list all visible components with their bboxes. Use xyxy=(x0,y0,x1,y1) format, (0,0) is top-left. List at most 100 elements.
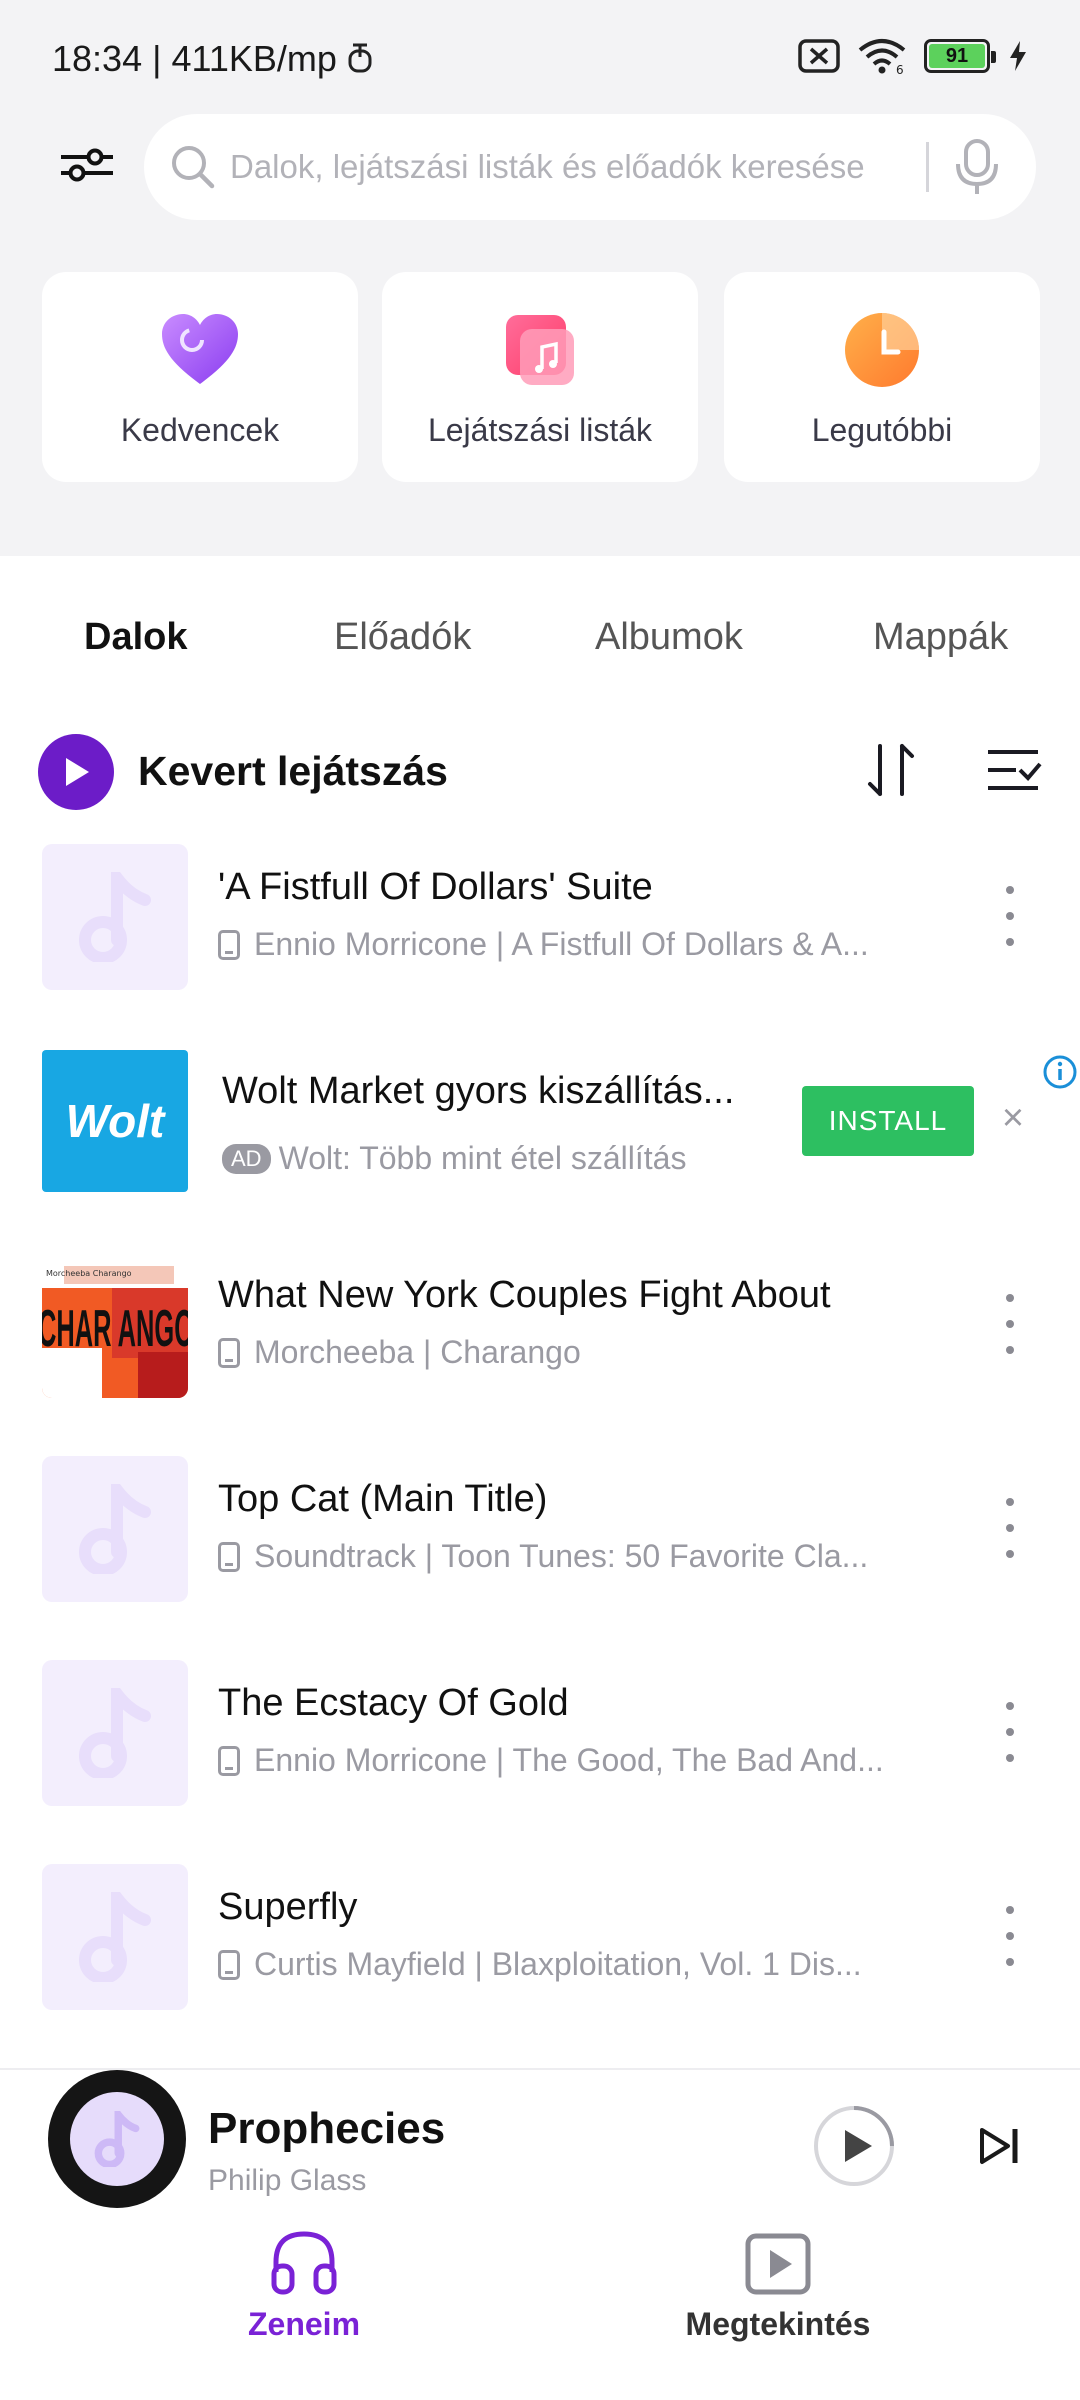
ad-banner[interactable]: Wolt Wolt Market gyors kiszállítás... AD… xyxy=(0,1050,1080,1194)
shuffle-play-button[interactable] xyxy=(38,734,114,810)
favorites-card[interactable]: Kedvencek xyxy=(42,272,358,482)
device-storage-icon xyxy=(218,929,240,960)
battery-nub xyxy=(991,51,996,63)
playlists-label: Lejátszási listák xyxy=(427,412,653,448)
status-left: 18:34 | 411KB/mp xyxy=(52,38,373,80)
music-note-icon xyxy=(79,1688,151,1778)
shuffle-label[interactable]: Kevert lejátszás xyxy=(138,748,448,795)
song-row[interactable]: Superfly Curtis Mayfield | Blaxploitatio… xyxy=(0,1864,1080,2010)
tab-songs-label: Dalok xyxy=(84,616,188,658)
music-note-icon xyxy=(94,2111,140,2167)
tab-songs[interactable]: Dalok xyxy=(84,616,272,686)
svg-text:6: 6 xyxy=(896,63,904,74)
song-subtitle: Curtis Mayfield | Blaxploitation, Vol. 1… xyxy=(218,1946,862,1983)
tab-folders[interactable]: Mappák xyxy=(873,616,1008,659)
recent-label: Legutóbbi xyxy=(811,412,953,448)
play-icon xyxy=(66,758,89,786)
charging-icon xyxy=(1010,41,1026,71)
nav-my-music[interactable]: Zeneim xyxy=(154,2228,454,2343)
now-playing-disc[interactable] xyxy=(48,2070,186,2208)
song-subtitle: Soundtrack | Toon Tunes: 50 Favorite Cla… xyxy=(218,1538,868,1575)
status-bar: 18:34 | 411KB/mp 6 91 xyxy=(0,0,1080,116)
song-subtitle: Morcheeba | Charango xyxy=(218,1334,581,1371)
wifi-icon: 6 xyxy=(858,39,906,74)
song-thumbnail xyxy=(42,1660,188,1806)
song-thumbnail xyxy=(42,844,188,990)
more-options-button[interactable] xyxy=(990,1294,1030,1354)
playlists-card[interactable]: Lejátszási listák xyxy=(382,272,698,482)
install-button[interactable]: INSTALL xyxy=(802,1086,974,1156)
headphones-icon xyxy=(271,2231,337,2295)
tab-artists[interactable]: Előadók xyxy=(334,616,471,659)
album-art-small-text: Morcheeba Charango xyxy=(46,1269,132,1278)
category-tabs: Dalok Előadók Albumok Mappák xyxy=(0,596,1080,686)
device-storage-icon xyxy=(218,1949,240,1980)
more-options-button[interactable] xyxy=(990,1702,1030,1762)
battery-level: 91 xyxy=(929,44,985,68)
device-storage-icon xyxy=(218,1337,240,1368)
song-subtitle: Ennio Morricone | The Good, The Bad And.… xyxy=(218,1742,884,1779)
video-play-icon xyxy=(745,2233,811,2295)
wolt-logo: Wolt xyxy=(42,1050,188,1192)
play-pause-button[interactable] xyxy=(812,2104,896,2188)
now-playing-title[interactable]: Prophecies xyxy=(208,2104,445,2154)
battery-indicator: 91 xyxy=(924,39,996,73)
nav-watch-label: Megtekintés xyxy=(685,2306,871,2342)
song-row[interactable]: 'A Fistfull Of Dollars' Suite Ennio Morr… xyxy=(0,844,1080,990)
song-artist-album: Ennio Morricone | The Good, The Bad And.… xyxy=(254,1742,884,1778)
search-input[interactable] xyxy=(230,114,910,220)
now-playing-artist: Philip Glass xyxy=(208,2164,367,2197)
song-row[interactable]: The Ecstacy Of Gold Ennio Morricone | Th… xyxy=(0,1660,1080,1806)
clock-icon xyxy=(842,310,922,390)
song-title: The Ecstacy Of Gold xyxy=(218,1682,569,1724)
ad-description: Wolt: Több mint étel szállítás xyxy=(278,1140,687,1176)
song-thumbnail xyxy=(42,1456,188,1602)
playlist-icon xyxy=(500,310,580,390)
next-track-button[interactable] xyxy=(978,2126,1022,2166)
status-time-speed: 18:34 | 411KB/mp xyxy=(52,38,337,79)
device-storage-icon xyxy=(218,1745,240,1776)
microphone-icon[interactable] xyxy=(952,138,1002,196)
song-title: 'A Fistfull Of Dollars' Suite xyxy=(218,866,653,908)
disc-center xyxy=(70,2092,164,2186)
song-title: Superfly xyxy=(218,1886,358,1928)
filter-button[interactable] xyxy=(52,130,122,200)
ad-title: Wolt Market gyors kiszállítás... xyxy=(222,1070,735,1112)
song-artist-album: Soundtrack | Toon Tunes: 50 Favorite Cla… xyxy=(254,1538,869,1574)
search-icon xyxy=(172,146,215,189)
search-divider xyxy=(926,142,929,192)
music-note-icon xyxy=(79,1892,151,1982)
more-options-button[interactable] xyxy=(990,1906,1030,1966)
ad-subtitle: AD Wolt: Több mint étel szállítás xyxy=(222,1140,686,1177)
song-artist-album: Morcheeba | Charango xyxy=(254,1334,581,1370)
music-note-icon xyxy=(79,872,151,962)
song-subtitle: Ennio Morricone | A Fistfull Of Dollars … xyxy=(218,926,869,963)
more-options-button[interactable] xyxy=(990,886,1030,946)
tab-albums-label: Albumok xyxy=(595,616,743,658)
nav-my-music-label: Zeneim xyxy=(247,2306,361,2342)
song-artist-album: Ennio Morricone | A Fistfull Of Dollars … xyxy=(254,926,869,962)
recent-card[interactable]: Legutóbbi xyxy=(724,272,1040,482)
sort-icon[interactable] xyxy=(864,740,918,800)
song-row[interactable]: Top Cat (Main Title) Soundtrack | Toon T… xyxy=(0,1456,1080,1602)
status-right: 6 91 xyxy=(798,38,1028,74)
bottom-navigation: Zeneim Megtekintés xyxy=(0,2228,1080,2400)
favorites-label: Kedvencek xyxy=(120,412,280,448)
nav-watch[interactable]: Megtekintés xyxy=(628,2228,928,2343)
song-thumbnail xyxy=(42,1864,188,2010)
song-title: What New York Couples Fight About xyxy=(218,1274,831,1316)
tab-albums[interactable]: Albumok xyxy=(595,616,743,659)
heart-icon xyxy=(160,310,240,390)
song-row[interactable]: Morcheeba Charango CHAR ANGO What New Yo… xyxy=(0,1252,1080,1398)
ad-badge: AD xyxy=(222,1143,271,1174)
tab-artists-label: Előadók xyxy=(334,616,472,658)
notification-icon xyxy=(348,43,372,73)
close-icon[interactable]: × xyxy=(998,1098,1028,1138)
more-options-button[interactable] xyxy=(990,1498,1030,1558)
multi-select-icon[interactable] xyxy=(986,746,1042,796)
tab-folders-label: Mappák xyxy=(873,616,1009,658)
song-title: Top Cat (Main Title) xyxy=(218,1478,548,1520)
search-bar[interactable] xyxy=(144,114,1036,220)
album-art: Morcheeba Charango CHAR ANGO xyxy=(42,1252,188,1398)
sliders-icon xyxy=(61,148,113,182)
